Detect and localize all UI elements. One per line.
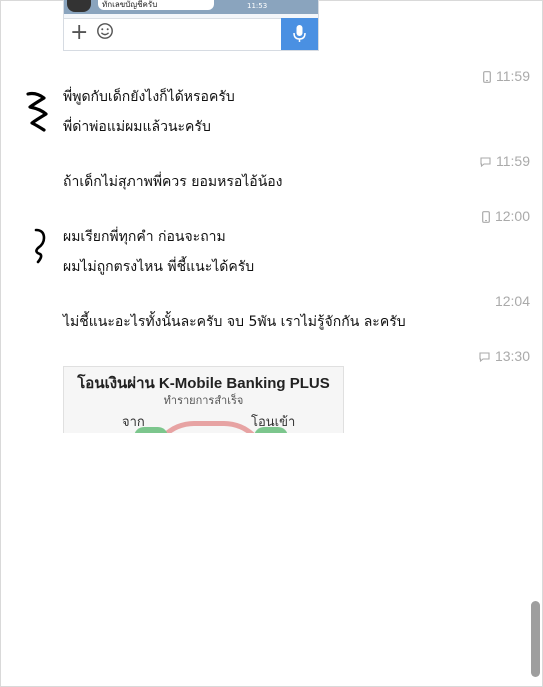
embedded-avatar [67,0,91,12]
plus-icon: + [70,20,89,45]
message-text: ไม่ชี้แนะอะไรทั้งนั้นละครับ จบ 5พัน เราไ… [63,314,406,330]
embedded-time: 11:53 [247,2,268,10]
microphone-button [281,18,318,50]
bank-transfer-image[interactable]: โอนเงินผ่าน K-Mobile Banking PLUS ทำรายก… [63,366,344,433]
embedded-bubble: ทักเลขบัญชีครับ [98,0,214,10]
microphone-icon [293,25,306,42]
bank-from-label: จาก [122,415,145,430]
phone-icon [482,211,490,224]
message-timestamp: 12:00 [482,208,530,224]
message-timestamp: 13:30 [479,348,530,364]
message-text: พี่พูดกับเด็กยังไงก็ได้หรอครับ [63,89,235,105]
phone-icon [483,71,491,84]
message-text: พี่ด่าพ่อแม่ผมแล้วนะครับ [63,119,211,135]
message-timestamp: 11:59 [480,153,530,169]
message-text: ผมไม่ถูกตรงไหน พี่ชี้แนะได้ครับ [63,259,255,275]
handwritten-scribble-mark [26,91,48,132]
chat-icon [479,352,490,363]
bank-to-label: โอนเข้า [251,415,296,430]
bank-image-subtitle: ทำรายการสำเร็จ [163,394,244,407]
message-text: ผมเรียกพี่ทุกคำ ก่อนจะถาม [63,229,226,245]
handwritten-scribble-mark [34,228,46,264]
embedded-chat-screenshot[interactable]: ทักเลขบัญชีครับ 11:53 + [63,0,319,51]
message-timestamp: 11:59 [483,68,530,84]
chat-icon [480,157,491,168]
message-text: ถ้าเด็กไม่สุภาพพี่ควร ยอมหรอไอ้น้อง [63,174,283,190]
scrollbar-thumb[interactable] [531,601,540,677]
message-timestamp: 12:04 [494,293,530,309]
smiley-icon [97,23,113,39]
